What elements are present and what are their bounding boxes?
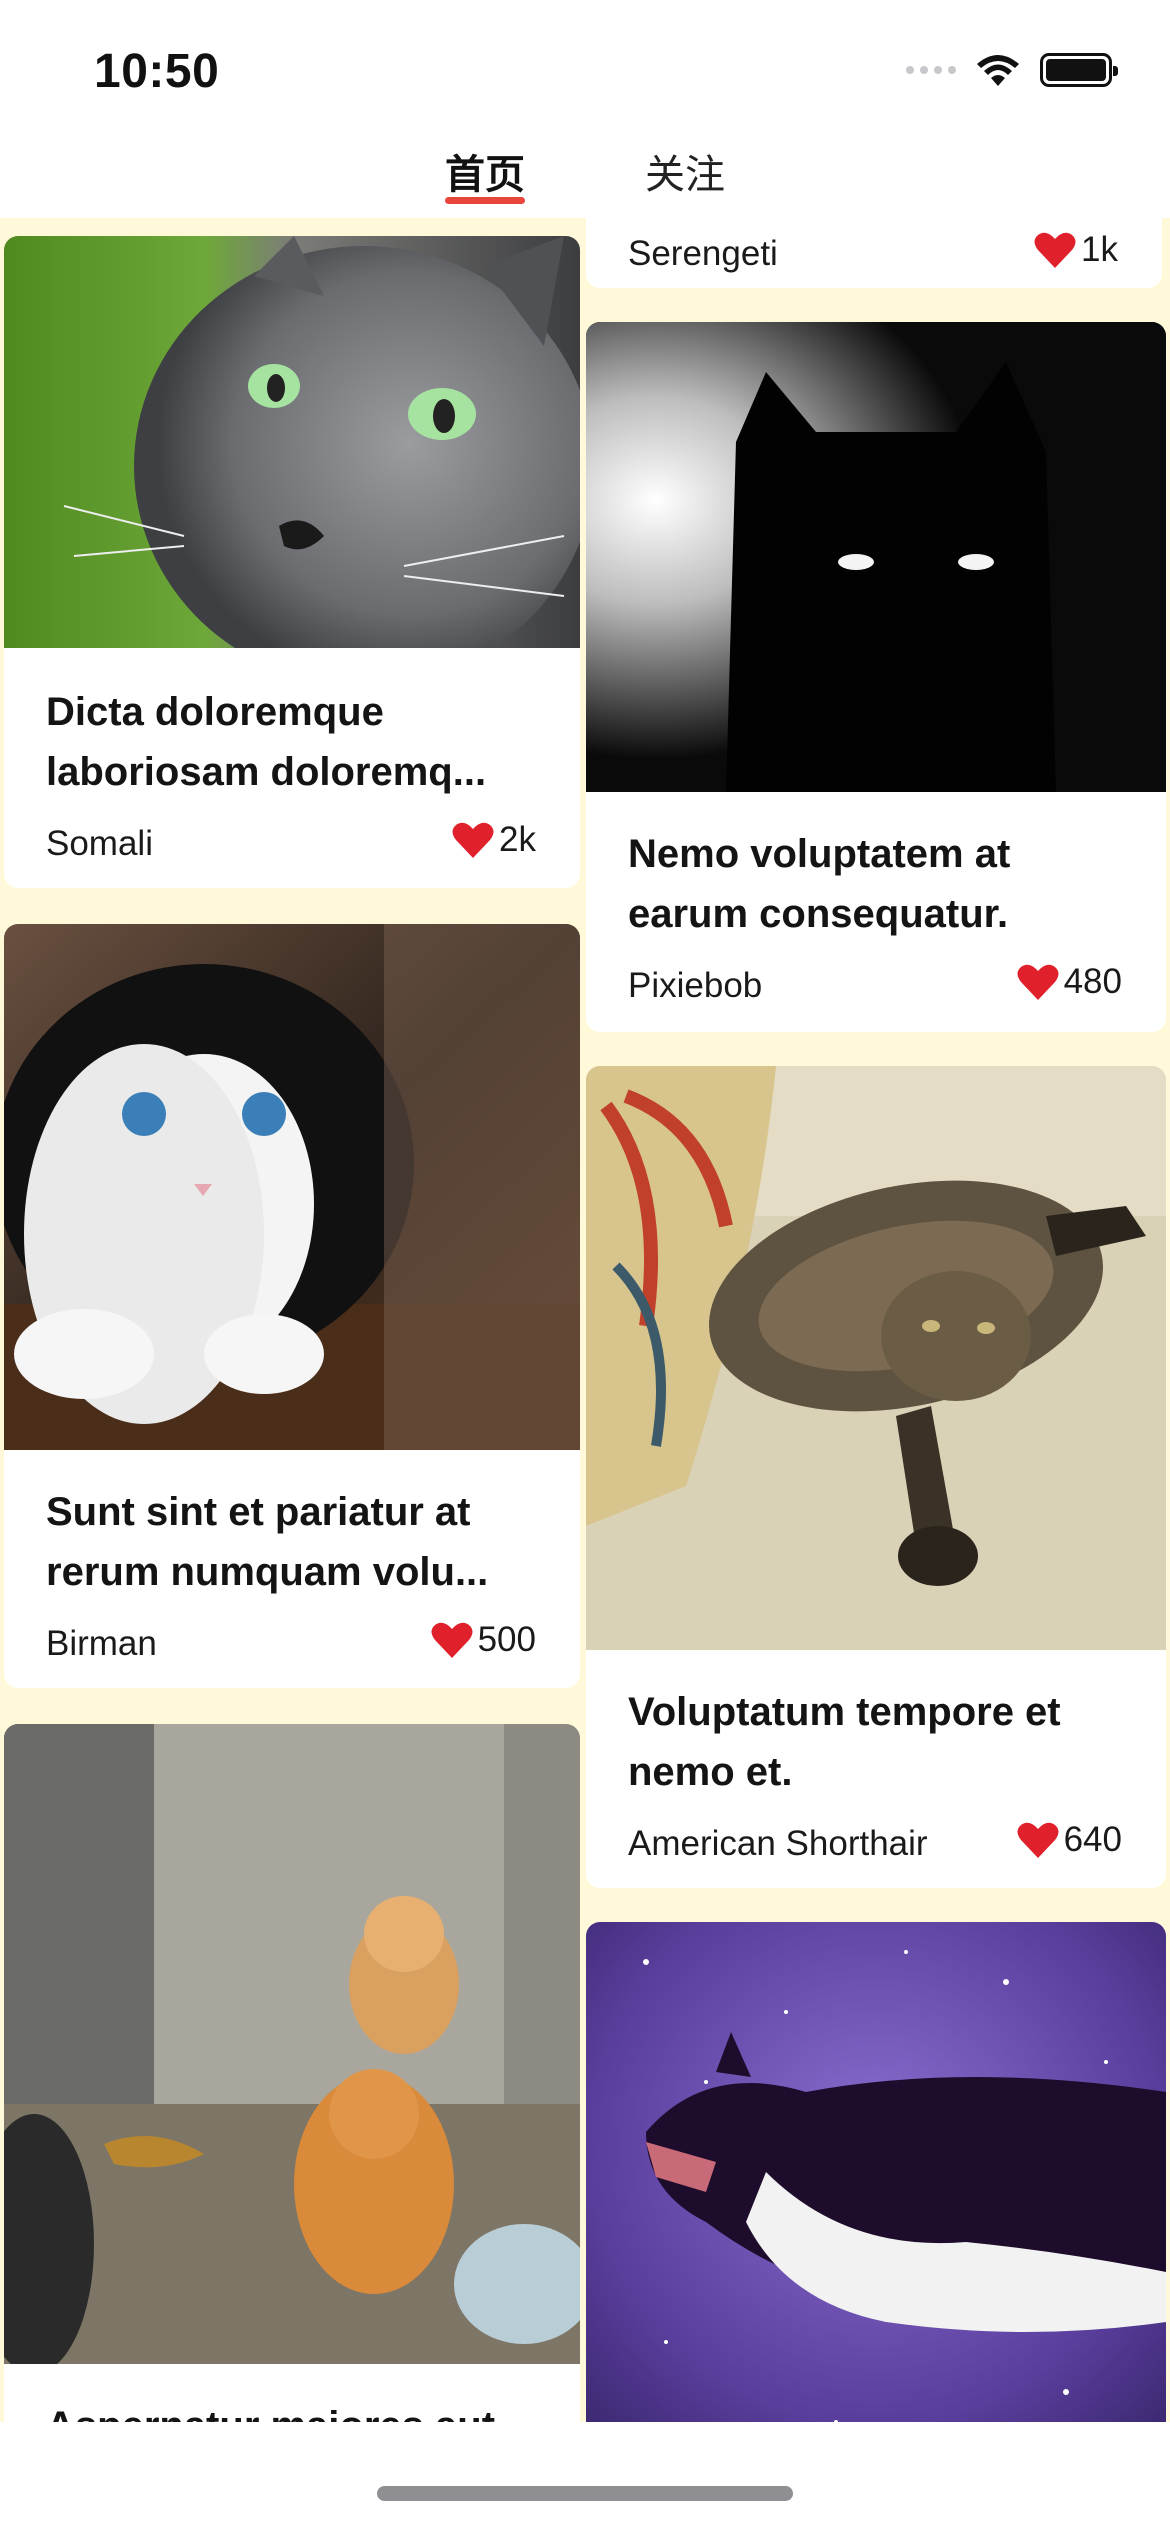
like-count[interactable]: 1k (1033, 230, 1118, 270)
tab-home[interactable]: 首页 (445, 130, 525, 218)
post-image-orange-kittens (4, 1724, 580, 2364)
post-card[interactable]: Nemo voluptatem at earum consequatur. Pi… (586, 322, 1166, 1032)
post-author: Pixiebob (628, 966, 763, 1005)
heart-icon (1034, 232, 1076, 268)
top-tabs: 首页 关注 (0, 130, 1170, 218)
like-count-label: 2k (499, 820, 536, 859)
like-count-label: 500 (477, 1620, 536, 1659)
post-title: Dicta doloremque laboriosam doloremq... (46, 690, 487, 794)
like-count[interactable]: 640 (1016, 1820, 1122, 1860)
status-bar: 10:50 (0, 0, 1170, 130)
post-card[interactable]: Dicta doloremque laboriosam doloremq... … (4, 236, 580, 888)
post-author: American Shorthair (628, 1824, 928, 1863)
post-author: Serengeti (628, 234, 778, 273)
post-card[interactable]: Sunt sint et pariatur at rerum numquam v… (4, 924, 580, 1688)
like-count-label: 640 (1063, 1820, 1122, 1859)
post-image-space-cat (586, 1922, 1166, 2422)
post-title: Sunt sint et pariatur at rerum numquam v… (46, 1490, 489, 1594)
heart-icon (431, 1622, 473, 1658)
post-author: Somali (46, 824, 153, 863)
post-author: Birman (46, 1624, 157, 1663)
heart-icon (1017, 1822, 1059, 1858)
home-indicator-area (0, 2422, 1170, 2532)
like-count[interactable]: 480 (1016, 962, 1122, 1002)
wifi-icon (977, 55, 1019, 86)
like-count[interactable]: 500 (430, 1620, 536, 1660)
battery-icon (1040, 53, 1118, 87)
post-title: Aspernatur maiores aut (46, 2396, 538, 2422)
post-card[interactable] (586, 1922, 1166, 2422)
status-icons (906, 52, 1118, 88)
post-card[interactable]: Serengeti 1k (586, 218, 1162, 288)
like-count-label: 1k (1081, 230, 1118, 269)
post-card[interactable]: Voluptatum tempore et nemo et. American … (586, 1066, 1166, 1888)
post-image-tabby-cat (586, 1066, 1166, 1650)
post-title: Voluptatum tempore et nemo et. (628, 1690, 1061, 1794)
tab-following-label: 关注 (645, 153, 725, 197)
tab-following[interactable]: 关注 (645, 130, 725, 218)
post-image-kitten (4, 924, 580, 1450)
post-image-grey-cat (4, 236, 580, 648)
status-time: 10:50 (94, 45, 220, 98)
cellular-signal-icon (906, 66, 956, 74)
heart-icon (452, 822, 494, 858)
tab-home-label: 首页 (445, 153, 525, 197)
like-count-label: 480 (1063, 962, 1122, 1001)
heart-icon (1017, 964, 1059, 1000)
home-indicator[interactable] (377, 2486, 793, 2501)
post-title: Nemo voluptatem at earum consequatur. (628, 832, 1011, 936)
like-count[interactable]: 2k (451, 820, 536, 860)
tab-active-indicator (445, 197, 525, 204)
feed-grid[interactable]: Dicta doloremque laboriosam doloremq... … (0, 218, 1170, 2422)
post-image-black-cat (586, 322, 1166, 792)
post-card[interactable]: Aspernatur maiores aut (4, 1724, 580, 2422)
